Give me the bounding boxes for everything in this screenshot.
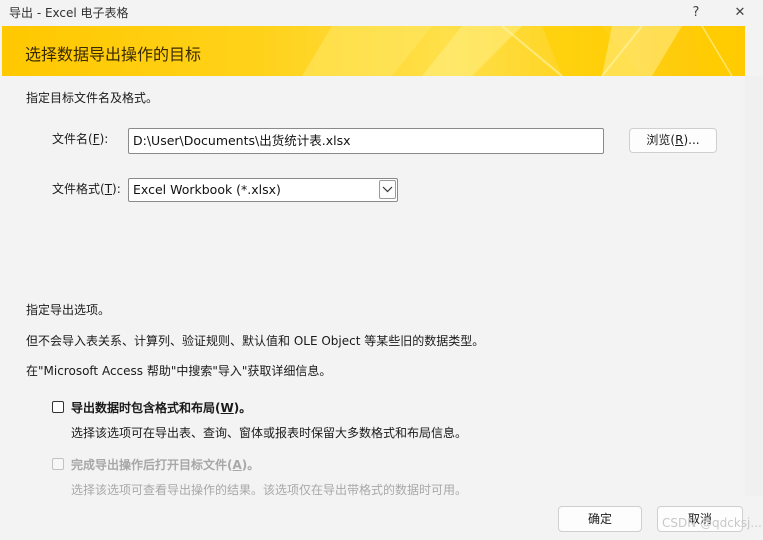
close-icon: ✕ — [734, 5, 746, 20]
dialog-content: 指定目标文件名及格式。 文件名(F): D:\User\Documents\出货… — [2, 76, 745, 497]
scrollbar[interactable] — [745, 76, 763, 496]
chevron-down-icon — [382, 186, 393, 193]
file-name-input[interactable]: D:\User\Documents\出货统计表.xlsx — [128, 128, 604, 154]
ok-button[interactable]: 确定 — [558, 506, 642, 532]
options-note: 但不会导入表关系、计算列、验证规则、默认值和 OLE Object 等某些旧的数… — [26, 334, 485, 348]
options-heading: 指定导出选项。 — [26, 303, 111, 317]
help-icon: ? — [692, 5, 700, 20]
include-format-checkbox[interactable] — [52, 401, 64, 413]
include-format-label[interactable]: 导出数据时包含格式和布局(W)。 — [71, 399, 251, 416]
options-help-hint: 在"Microsoft Access 帮助"中搜索"导入"获取详细信息。 — [26, 364, 332, 378]
open-file-label[interactable]: 完成导出操作后打开目标文件(A)。 — [71, 456, 259, 473]
close-button[interactable]: ✕ — [720, 0, 760, 25]
file-format-value: Excel Workbook (*.xlsx) — [133, 182, 281, 197]
browse-button[interactable]: 浏览(R)... — [629, 128, 717, 153]
include-format-description: 选择该选项可在导出表、查询、窗体或报表时保留大多数格式和布局信息。 — [71, 426, 468, 440]
dropdown-button[interactable] — [379, 180, 396, 199]
open-file-checkbox[interactable] — [52, 458, 64, 470]
window-title: 导出 - Excel 电子表格 — [9, 6, 129, 20]
dialog-footer: 确定 取消 — [0, 496, 763, 540]
file-format-select[interactable]: Excel Workbook (*.xlsx) — [128, 178, 398, 202]
watermark: CSDN @qdcksj... — [662, 516, 762, 530]
title-bar: 导出 - Excel 电子表格 ? ✕ — [0, 0, 763, 25]
header-banner: 选择数据导出操作的目标 — [2, 26, 745, 76]
banner-title: 选择数据导出操作的目标 — [25, 45, 202, 64]
destination-instruction: 指定目标文件名及格式。 — [26, 91, 159, 105]
file-name-label: 文件名(F): — [52, 132, 109, 146]
help-button[interactable]: ? — [676, 0, 716, 25]
file-format-label: 文件格式(T): — [52, 182, 121, 196]
